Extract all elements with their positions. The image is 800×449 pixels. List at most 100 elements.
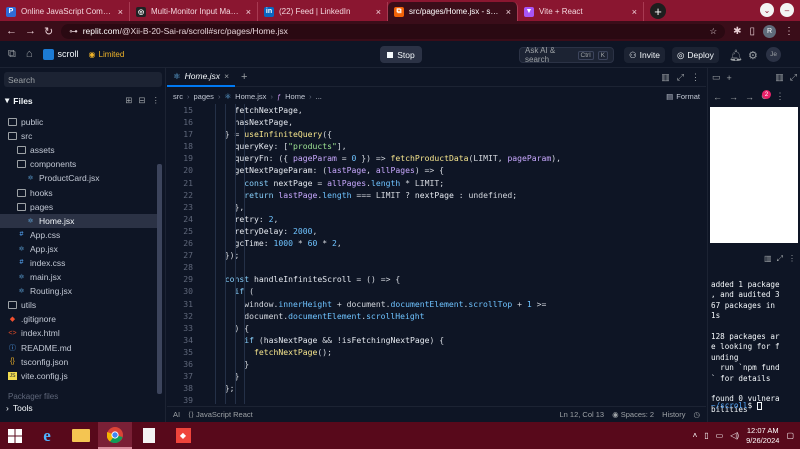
file-tree-item[interactable]: <> index.html	[0, 326, 160, 340]
code-line[interactable]: 20 getNextPageParam: (lastPage, allPages…	[167, 164, 706, 176]
history-icon[interactable]: ◷	[693, 410, 700, 419]
battery-icon[interactable]: ▭	[716, 431, 724, 440]
site-info-icon[interactable]: ⊶	[69, 26, 78, 37]
extensions-icon[interactable]: ✱	[733, 26, 741, 37]
file-tree-item[interactable]: components	[0, 157, 160, 171]
code-line[interactable]: 31 window.innerHeight + document.documen…	[167, 298, 706, 310]
stop-button[interactable]: Stop	[380, 46, 422, 63]
file-tree-item[interactable]: public	[0, 115, 160, 129]
code-line[interactable]: 18 queryKey: ["products"],	[167, 140, 706, 152]
notifications-icon[interactable]: ▢	[786, 431, 794, 440]
cursor-position[interactable]: Ln 12, Col 13	[559, 410, 604, 419]
code-line[interactable]: 33 ) {	[167, 322, 706, 334]
breadcrumb-file[interactable]: Home.jsx	[235, 92, 266, 101]
language-mode[interactable]: ⟨⟩ JavaScript React	[188, 410, 253, 419]
file-tree-item[interactable]: ⚛ Home.jsx	[0, 213, 160, 228]
browser-tab[interactable]: ▼ Vite + React ×	[518, 2, 644, 21]
browser-tab[interactable]: ⧉ src/pages/Home.jsx - scroll - R ×	[388, 2, 518, 21]
url-field[interactable]: ⊶ replit.com/@Xii-B-20-Sai-ra/scroll#src…	[61, 23, 726, 39]
back-icon[interactable]: ←	[6, 25, 17, 37]
history-button[interactable]: History	[662, 410, 685, 419]
code-line[interactable]: 27 });	[167, 249, 706, 261]
breadcrumb-pages[interactable]: pages	[194, 92, 214, 101]
more-icon[interactable]: ⋮	[776, 91, 785, 102]
code-line[interactable]: 37 }	[167, 370, 706, 382]
new-folder-icon[interactable]: ⊟	[138, 95, 145, 106]
ai-indicator[interactable]: AI	[173, 410, 180, 419]
expand-icon[interactable]: ⤢	[677, 72, 684, 83]
code-line[interactable]: 35 fetchNextPage();	[167, 346, 706, 358]
bell-icon[interactable]: 🔔︎	[729, 49, 743, 62]
plan-badge[interactable]: ◉ Limited	[89, 50, 125, 59]
new-tab-button[interactable]: +	[650, 3, 666, 19]
code-line[interactable]: 28	[167, 261, 706, 273]
code-line[interactable]: 34 if (hasNextPage && !isFetchingNextPag…	[167, 334, 706, 346]
webview-preview[interactable]	[710, 107, 798, 243]
ask-ai-search[interactable]: Ask AI & search Ctrl K	[519, 46, 614, 64]
code-line[interactable]: 30 if (	[167, 285, 706, 297]
file-tree-item[interactable]: ⓘ README.md	[0, 341, 160, 355]
gear-icon[interactable]: ⚙	[748, 49, 758, 62]
tab-search-icon[interactable]: ⌄	[760, 3, 774, 17]
browser-profile-avatar[interactable]: R	[763, 24, 776, 38]
tools-section[interactable]: › Tools	[6, 403, 33, 413]
file-tree-item[interactable]: # index.css	[0, 256, 160, 270]
search-input[interactable]: Search	[4, 72, 162, 87]
deploy-button[interactable]: ◎ Deploy	[672, 47, 719, 63]
monitor-icon[interactable]: ▭	[712, 72, 721, 83]
sidepanel-icon[interactable]: ▯	[749, 26, 755, 37]
close-icon[interactable]: ×	[632, 7, 637, 17]
code-line[interactable]: 25 retryDelay: 2000,	[167, 225, 706, 237]
forward-icon[interactable]: →	[25, 25, 36, 37]
avatar[interactable]: Je	[766, 47, 781, 62]
console-prompt[interactable]: ~/scroll$	[711, 401, 762, 410]
file-tree-item[interactable]: ⚛ Routing.jsx	[0, 284, 160, 298]
more-icon[interactable]: ⋮	[691, 72, 700, 83]
file-tree-item[interactable]: assets	[0, 143, 160, 157]
file-tree-item[interactable]: JS vite.config.js	[0, 369, 160, 383]
browser-menu-icon[interactable]: ⋮	[784, 26, 794, 37]
close-icon[interactable]: ×	[118, 7, 123, 17]
file-tree-item[interactable]: utils	[0, 298, 160, 312]
refresh-icon[interactable]: →	[745, 92, 754, 102]
anydesk-icon[interactable]: ◆	[166, 422, 200, 449]
minimize-button[interactable]: –	[780, 3, 794, 17]
file-tree-item[interactable]: ◆ .gitignore	[0, 312, 160, 326]
close-icon[interactable]: ×	[246, 7, 251, 17]
close-icon[interactable]: ×	[224, 71, 229, 81]
file-tree-item[interactable]: hooks	[0, 185, 160, 199]
document-icon[interactable]	[132, 422, 166, 449]
breadcrumb-symbol[interactable]: Home	[285, 92, 305, 101]
code-line[interactable]: 16 hasNextPage,	[167, 116, 706, 128]
file-tree-item[interactable]: ⚛ ProductCard.jsx	[0, 171, 160, 185]
code-line[interactable]: 15 fetchNextPage,	[167, 104, 706, 116]
close-icon[interactable]: ×	[506, 7, 511, 17]
replit-logo-icon[interactable]: ⧉	[8, 48, 16, 61]
add-tab-button[interactable]: +	[241, 71, 247, 83]
code-line[interactable]: 23 },	[167, 201, 706, 213]
bookmark-star-icon[interactable]: ☆	[709, 26, 717, 37]
file-tree-item[interactable]: {} tsconfig.json	[0, 355, 160, 369]
code-area[interactable]: 15 fetchNextPage, 16 hasNextPage, 17 } = u…	[167, 104, 706, 404]
format-button[interactable]: ▤ Format	[666, 92, 700, 101]
code-line[interactable]: 17 } = useInfiniteQuery({	[167, 128, 706, 140]
split-pane-icon[interactable]: ▥	[775, 72, 784, 83]
code-line[interactable]: 39	[167, 394, 706, 404]
file-explorer-icon[interactable]	[64, 422, 98, 449]
sidebar-scrollbar[interactable]	[157, 164, 162, 394]
file-tree-item[interactable]: ⚛ App.jsx	[0, 242, 160, 256]
chrome-icon[interactable]	[98, 422, 132, 449]
internet-explorer-icon[interactable]: e	[30, 422, 64, 449]
code-line[interactable]: 26 gcTime: 1000 * 60 * 2,	[167, 237, 706, 249]
browser-tab[interactable]: ◎ Multi-Monitor Input Managem ×	[130, 2, 258, 21]
more-icon[interactable]: ⋮	[152, 95, 161, 106]
browser-tab[interactable]: P Online JavaScript Compiler (Ed ×	[0, 2, 130, 21]
file-tree-item[interactable]: ⚛ main.jsx	[0, 270, 160, 284]
breadcrumb-more[interactable]: ...	[316, 92, 322, 101]
file-tree-item[interactable]: pages	[0, 200, 160, 214]
split-pane-icon[interactable]: ▥	[764, 254, 772, 263]
add-tab-icon[interactable]: +	[727, 73, 732, 83]
clock[interactable]: 12:07 AM 9/26/2024	[746, 426, 779, 446]
split-pane-icon[interactable]: ▥	[661, 72, 670, 83]
expand-icon[interactable]: ⤢	[790, 72, 797, 83]
